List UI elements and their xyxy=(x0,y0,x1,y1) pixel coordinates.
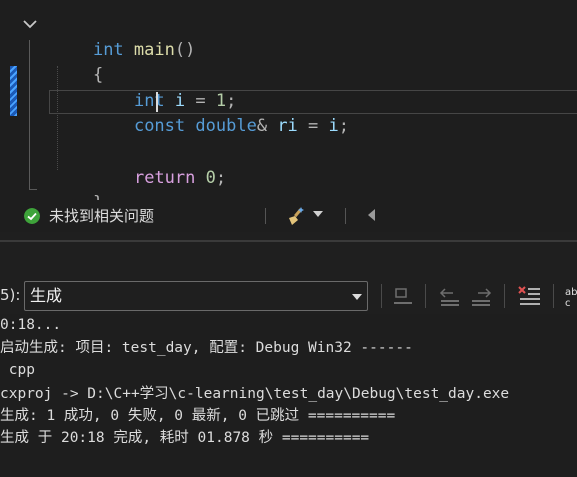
semicolon: ; xyxy=(215,168,227,188)
output-line: 启动生成: 项目: test_day, 配置: Debug Win32 ----… xyxy=(0,340,413,356)
divider xyxy=(425,284,426,308)
output-line: 生成: 1 成功, 0 失败, 0 最新, 0 已跳过 ========== xyxy=(0,408,396,424)
keyword: const xyxy=(133,116,186,136)
fold-guide-end xyxy=(29,189,37,190)
next-message-icon[interactable] xyxy=(468,283,494,309)
code-line-2[interactable]: { xyxy=(52,39,103,85)
collapse-chevron-icon[interactable] xyxy=(22,16,38,32)
output-source-value: 生成 xyxy=(30,286,63,305)
fold-guide xyxy=(29,40,30,190)
operator: = xyxy=(308,116,319,136)
divider xyxy=(504,284,505,308)
panel-splitter[interactable] xyxy=(0,240,577,242)
code-line-3[interactable]: int i = 1; xyxy=(93,65,236,111)
output-source-select[interactable] xyxy=(24,281,368,311)
clear-all-icon[interactable] xyxy=(516,283,542,309)
code-line-1[interactable]: int main() xyxy=(52,14,195,60)
divider xyxy=(381,284,382,308)
output-line: cpp xyxy=(0,362,35,378)
output-line: cxproj -> D:\C++学习\c-learning\test_day\D… xyxy=(0,386,510,402)
variable: ri xyxy=(277,116,298,136)
panel-gap xyxy=(0,232,577,276)
issues-status-text[interactable]: 未找到相关问题 xyxy=(49,204,154,228)
output-line: 0:18... xyxy=(0,317,62,333)
check-circle-icon[interactable] xyxy=(24,208,40,224)
chevron-down-icon xyxy=(352,294,362,300)
code-line-4[interactable]: const double& ri = i; xyxy=(93,90,349,136)
divider xyxy=(553,284,554,308)
divider xyxy=(265,208,266,224)
control-keyword: return xyxy=(133,168,196,188)
code-line-6[interactable]: return 0; xyxy=(93,142,226,188)
variable: i xyxy=(328,116,339,136)
previous-message-icon[interactable] xyxy=(437,283,463,309)
operator: & xyxy=(256,116,268,136)
code-editor[interactable]: int main() { int i = 1; const double& ri… xyxy=(0,0,577,213)
output-line: 生成 于 20:18 完成, 耗时 01.878 秒 ========== xyxy=(0,430,370,446)
svg-text:ab: ab xyxy=(565,287,577,298)
dropdown-arrow-icon[interactable] xyxy=(313,211,323,217)
find-message-icon[interactable] xyxy=(390,283,416,309)
text-caret xyxy=(156,92,158,112)
output-source-label: 5): xyxy=(0,286,21,304)
code-cleanup-brush-icon[interactable] xyxy=(286,206,308,226)
keyword: double xyxy=(195,116,257,136)
number-literal: 0 xyxy=(205,168,216,188)
scroll-left-icon[interactable] xyxy=(368,209,375,221)
divider xyxy=(345,208,346,224)
code-line-7[interactable]: } xyxy=(52,167,103,213)
semicolon: ; xyxy=(338,116,350,136)
output-pane[interactable]: 0:18... 启动生成: 项目: test_day, 配置: Debug Wi… xyxy=(0,314,577,477)
word-wrap-icon[interactable]: ab c xyxy=(563,283,577,309)
change-indicator xyxy=(10,66,17,116)
function-name: main xyxy=(133,40,175,60)
svg-text:c: c xyxy=(565,298,571,309)
punctuation: () xyxy=(174,40,196,60)
